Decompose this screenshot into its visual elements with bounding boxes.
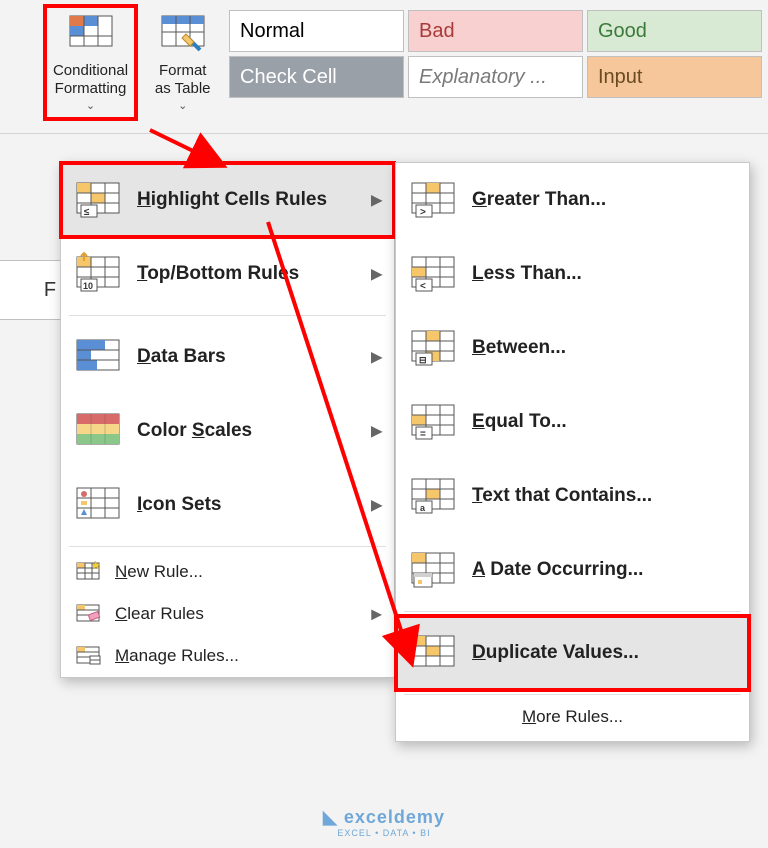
style-check-cell[interactable]: Check Cell — [229, 56, 404, 98]
conditional-formatting-menu: ≤ Highlight Cells Rules ▶ 10 Top/Bottom … — [60, 162, 395, 678]
new-rule-icon — [75, 559, 101, 585]
svg-text:=: = — [420, 429, 426, 440]
menu-label: Between... — [472, 337, 566, 359]
menu-label: New Rule... — [115, 562, 203, 582]
format-as-table-button[interactable]: Format as Table ⌄ — [144, 6, 221, 117]
menu-data-bars[interactable]: Data Bars ▶ — [61, 320, 394, 394]
submenu-less-than[interactable]: < Less Than... — [396, 237, 749, 311]
top-bottom-icon: 10 — [75, 251, 121, 297]
submenu-duplicate-values[interactable]: Duplicate Values... — [396, 616, 749, 690]
chevron-down-icon: ⌄ — [178, 100, 187, 113]
svg-text:⊟: ⊟ — [419, 355, 427, 365]
svg-text:10: 10 — [83, 281, 93, 291]
watermark: ◣ exceldemy EXCEL • DATA • BI — [323, 807, 445, 838]
menu-label: Equal To... — [472, 411, 567, 433]
menu-label: Less Than... — [472, 263, 582, 285]
chevron-down-icon: ⌄ — [86, 100, 95, 113]
menu-separator — [404, 694, 741, 695]
date-occurring-icon — [410, 547, 456, 593]
format-as-table-icon — [160, 10, 206, 56]
style-explanatory[interactable]: Explanatory ... — [408, 56, 583, 98]
menu-label: Clear Rules — [115, 604, 204, 624]
menu-label: Data Bars — [137, 346, 226, 368]
icon-sets-icon — [75, 482, 121, 528]
style-input[interactable]: Input — [587, 56, 762, 98]
submenu-more-rules[interactable]: More Rules... — [396, 699, 749, 735]
ribbon: Conditional Formatting ⌄ Format as Table… — [0, 0, 768, 134]
highlight-cells-submenu: > Greater Than... < Less Than... ⊟ Betwe… — [395, 162, 750, 742]
cell-styles-gallery[interactable]: Normal Bad Good Check Cell Explanatory .… — [229, 10, 762, 98]
menu-top-bottom-rules[interactable]: 10 Top/Bottom Rules ▶ — [61, 237, 394, 311]
submenu-arrow-icon: ▶ — [371, 497, 382, 514]
color-scales-icon — [75, 408, 121, 454]
between-icon: ⊟ — [410, 325, 456, 371]
conditional-formatting-label: Conditional Formatting — [51, 62, 131, 98]
menu-label: Highlight Cells Rules — [137, 189, 327, 211]
menu-separator — [404, 611, 741, 612]
menu-label: Icon Sets — [137, 494, 221, 516]
manage-rules-icon — [75, 643, 101, 669]
svg-text:≤: ≤ — [84, 207, 90, 218]
conditional-formatting-icon — [68, 10, 114, 56]
style-bad[interactable]: Bad — [408, 10, 583, 52]
menu-label: Duplicate Values... — [472, 642, 639, 664]
clear-rules-icon — [75, 601, 101, 627]
menu-clear-rules[interactable]: Clear Rules ▶ — [61, 593, 394, 635]
greater-than-icon: > — [410, 177, 456, 223]
menu-label: Manage Rules... — [115, 646, 239, 666]
menu-separator — [69, 546, 386, 547]
menu-highlight-cells-rules[interactable]: ≤ Highlight Cells Rules ▶ — [61, 163, 394, 237]
format-as-table-label: Format as Table — [150, 62, 215, 98]
menu-new-rule[interactable]: New Rule... — [61, 551, 394, 593]
less-than-icon: < — [410, 251, 456, 297]
menu-label: Greater Than... — [472, 189, 606, 211]
menu-label: A Date Occurring... — [472, 559, 643, 581]
style-good[interactable]: Good — [587, 10, 762, 52]
menu-manage-rules[interactable]: Manage Rules... — [61, 635, 394, 677]
submenu-greater-than[interactable]: > Greater Than... — [396, 163, 749, 237]
menu-color-scales[interactable]: Color Scales ▶ — [61, 394, 394, 468]
duplicate-values-icon — [410, 630, 456, 676]
equal-to-icon: = — [410, 399, 456, 445]
menu-label: Top/Bottom Rules — [137, 263, 299, 285]
menu-label: More Rules... — [522, 707, 623, 727]
menu-separator — [69, 315, 386, 316]
text-contains-icon: a — [410, 473, 456, 519]
submenu-arrow-icon: ▶ — [371, 192, 382, 209]
submenu-arrow-icon: ▶ — [371, 266, 382, 283]
data-bars-icon — [75, 334, 121, 380]
submenu-equal-to[interactable]: = Equal To... — [396, 385, 749, 459]
menu-label: Text that Contains... — [472, 485, 652, 507]
menu-icon-sets[interactable]: Icon Sets ▶ — [61, 468, 394, 542]
submenu-text-contains[interactable]: a Text that Contains... — [396, 459, 749, 533]
submenu-between[interactable]: ⊟ Between... — [396, 311, 749, 385]
svg-text:<: < — [420, 281, 426, 292]
highlight-cells-icon: ≤ — [75, 177, 121, 223]
menu-label: Color Scales — [137, 420, 252, 442]
style-normal[interactable]: Normal — [229, 10, 404, 52]
conditional-formatting-button[interactable]: Conditional Formatting ⌄ — [45, 6, 137, 119]
svg-text:>: > — [420, 207, 426, 218]
submenu-arrow-icon: ▶ — [371, 606, 382, 623]
submenu-date-occurring[interactable]: A Date Occurring... — [396, 533, 749, 607]
submenu-arrow-icon: ▶ — [371, 349, 382, 366]
submenu-arrow-icon: ▶ — [371, 423, 382, 440]
